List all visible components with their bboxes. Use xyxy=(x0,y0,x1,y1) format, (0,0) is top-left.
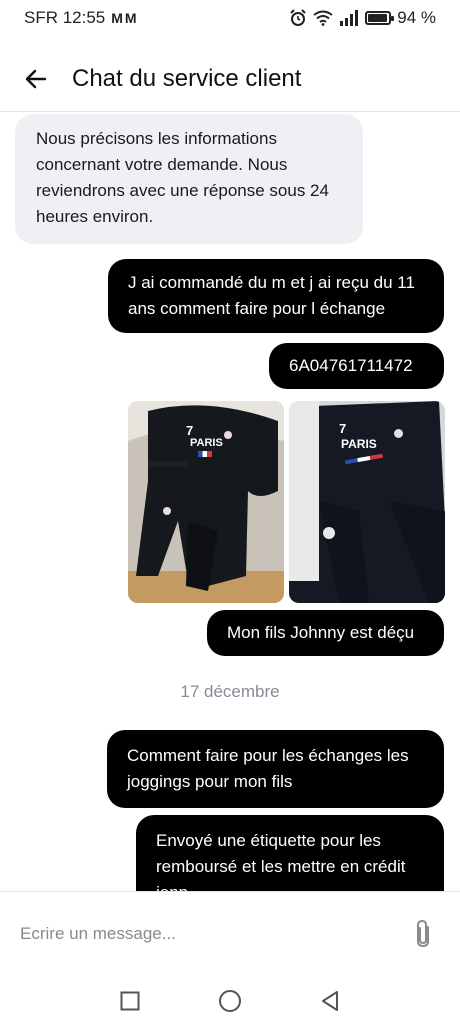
message-text: 6A04761711472 xyxy=(289,356,413,375)
status-right: 94 % xyxy=(289,8,436,28)
message-text: Envoyé une étiquette pour les remboursé … xyxy=(156,831,406,891)
message-text: Comment faire pour les échanges les jogg… xyxy=(127,746,409,791)
paperclip-icon xyxy=(417,919,429,948)
user-message-bubble[interactable]: Mon fils Johnny est déçu xyxy=(207,610,444,656)
logo-badge xyxy=(224,431,232,439)
shirt-text-label: PARIS xyxy=(190,437,223,449)
message-composer xyxy=(0,891,460,977)
back-nav-button[interactable] xyxy=(316,987,344,1015)
message-text: Mon fils Johnny est déçu xyxy=(227,623,415,642)
arrow-left-icon xyxy=(25,69,47,88)
battery-level-fill xyxy=(368,14,388,22)
logo-badge xyxy=(394,429,403,438)
alarm-icon xyxy=(290,9,306,26)
page-title: Chat du service client xyxy=(72,64,302,92)
logo-badge xyxy=(323,527,335,539)
signal-icon xyxy=(340,10,359,26)
jogging-photo-2[interactable]: 7 PARIS xyxy=(289,401,445,603)
status-bar: SFR 12:55 M M 94 % xyxy=(0,0,460,36)
circle-icon xyxy=(219,989,241,1012)
battery-icon xyxy=(365,11,395,25)
recents-button[interactable] xyxy=(116,987,144,1015)
tricolor-stripe xyxy=(198,451,212,457)
square-icon xyxy=(120,991,140,1010)
date-separator: 17 décembre xyxy=(180,682,280,701)
message-text: Nous précisons les informations concerna… xyxy=(36,129,329,226)
agent-message-bubble: Nous précisons les informations concerna… xyxy=(15,114,363,244)
shirt-number-label: 7 xyxy=(186,423,194,438)
status-left: SFR 12:55 M M xyxy=(24,8,136,28)
back-button[interactable] xyxy=(0,46,72,112)
user-message-bubble[interactable]: J ai commandé du m et j ai reçu du 11 an… xyxy=(108,259,444,333)
shirt-number-label: 7 xyxy=(339,421,347,436)
battery-percent: 94 % xyxy=(397,8,436,27)
carrier-time: SFR 12:55 xyxy=(24,8,106,27)
logo-badge xyxy=(163,507,171,515)
wifi-icon xyxy=(313,10,333,26)
chat-thread[interactable]: Nous précisons les informations concerna… xyxy=(0,113,460,891)
home-button[interactable] xyxy=(216,987,244,1015)
message-input[interactable] xyxy=(20,920,380,948)
attach-button[interactable] xyxy=(410,918,438,950)
shirt-text-label: PARIS xyxy=(341,437,377,451)
user-message-bubble[interactable]: Comment faire pour les échanges les jogg… xyxy=(107,730,444,808)
system-nav-bar xyxy=(0,977,460,1024)
message-text: J ai commandé du m et j ai reçu du 11 an… xyxy=(128,273,415,318)
app-header: Chat du service client xyxy=(0,46,460,112)
mail-notification-icon: M M xyxy=(111,10,136,26)
user-message-bubble[interactable]: 6A04761711472 xyxy=(269,343,444,389)
jogging-photo-1[interactable]: 7 PARIS xyxy=(128,401,284,603)
user-message-bubble[interactable]: Envoyé une étiquette pour les remboursé … xyxy=(136,815,444,891)
triangle-back-icon xyxy=(322,990,338,1011)
